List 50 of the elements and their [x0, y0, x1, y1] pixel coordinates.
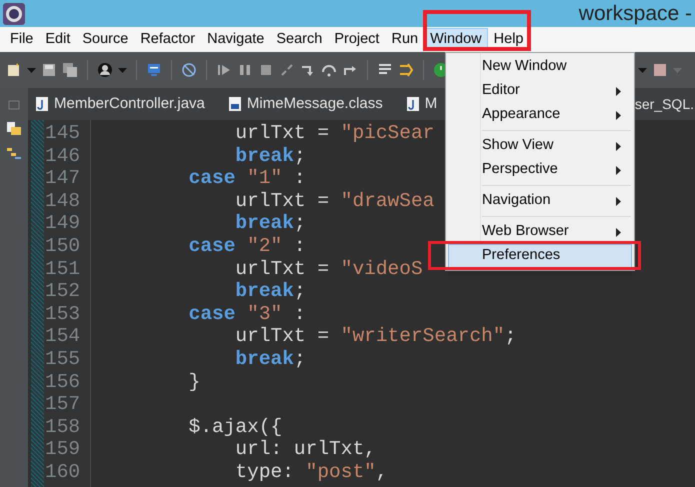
code-line: urlTxt = "drawSea: [234, 190, 434, 212]
line-number: 149: [44, 212, 80, 235]
line-number: 146: [44, 144, 80, 168]
line-number: 153: [44, 302, 80, 326]
menu-item[interactable]: Source: [76, 28, 134, 51]
menu-item[interactable]: Refactor: [134, 28, 202, 51]
line-number: 154: [44, 325, 80, 348]
menu-item[interactable]: File: [4, 28, 40, 51]
line-number: 155: [44, 348, 80, 371]
code-line: type: "post",: [234, 460, 388, 483]
code-line: break;: [234, 280, 306, 302]
code-line: case "1" :: [188, 167, 306, 190]
code-line: break;: [234, 348, 306, 370]
line-number: 148: [44, 190, 80, 212]
line-number: 147: [44, 167, 80, 190]
code-line: $.ajax({: [188, 416, 282, 438]
code-line: case "3" :: [188, 302, 306, 325]
code-line: }: [188, 370, 200, 393]
line-number: 150: [44, 234, 80, 258]
line-number: 160: [44, 460, 80, 484]
line-number: 156: [44, 370, 80, 394]
code-line: urlTxt = "videoS: [234, 258, 423, 280]
menu-item[interactable]: Run: [385, 28, 424, 51]
menu-entry[interactable]: Perspective: [448, 158, 632, 182]
menu-item[interactable]: Navigate: [201, 28, 270, 51]
line-number: 152: [44, 280, 80, 303]
code-line: urlTxt = "writerSearch";: [234, 325, 516, 348]
line-number: 159: [44, 438, 80, 461]
menu-entry[interactable]: Show View: [448, 134, 632, 158]
menu-entry[interactable]: Preferences: [448, 244, 632, 268]
menu-entry[interactable]: New Window: [448, 55, 632, 79]
menu-item[interactable]: Help: [488, 28, 530, 51]
code-line: urlTxt = "picSear: [234, 122, 434, 144]
menu-entry[interactable]: Web Browser: [448, 220, 632, 244]
document-tab[interactable]: ser_SQL.: [634, 88, 695, 120]
code-line: break;: [234, 144, 306, 167]
menu-entry[interactable]: Navigation: [448, 189, 632, 213]
menu-item[interactable]: Edit: [39, 28, 76, 51]
line-number: 158: [44, 416, 80, 438]
menu-item[interactable]: Search: [270, 28, 328, 51]
code-line: url: urlTxt,: [234, 438, 376, 460]
code-line: break;: [234, 212, 306, 234]
window-title: workspace -: [578, 0, 692, 27]
document-tab[interactable]: MemberController.java: [28, 88, 221, 120]
document-tab[interactable]: MimeMessage.class: [220, 88, 399, 120]
line-number: 145: [44, 122, 80, 145]
line-number: 151: [44, 258, 80, 280]
menu-item[interactable]: Project: [328, 28, 386, 51]
line-number: 157: [44, 393, 80, 416]
code-line: case "2" :: [188, 234, 306, 257]
